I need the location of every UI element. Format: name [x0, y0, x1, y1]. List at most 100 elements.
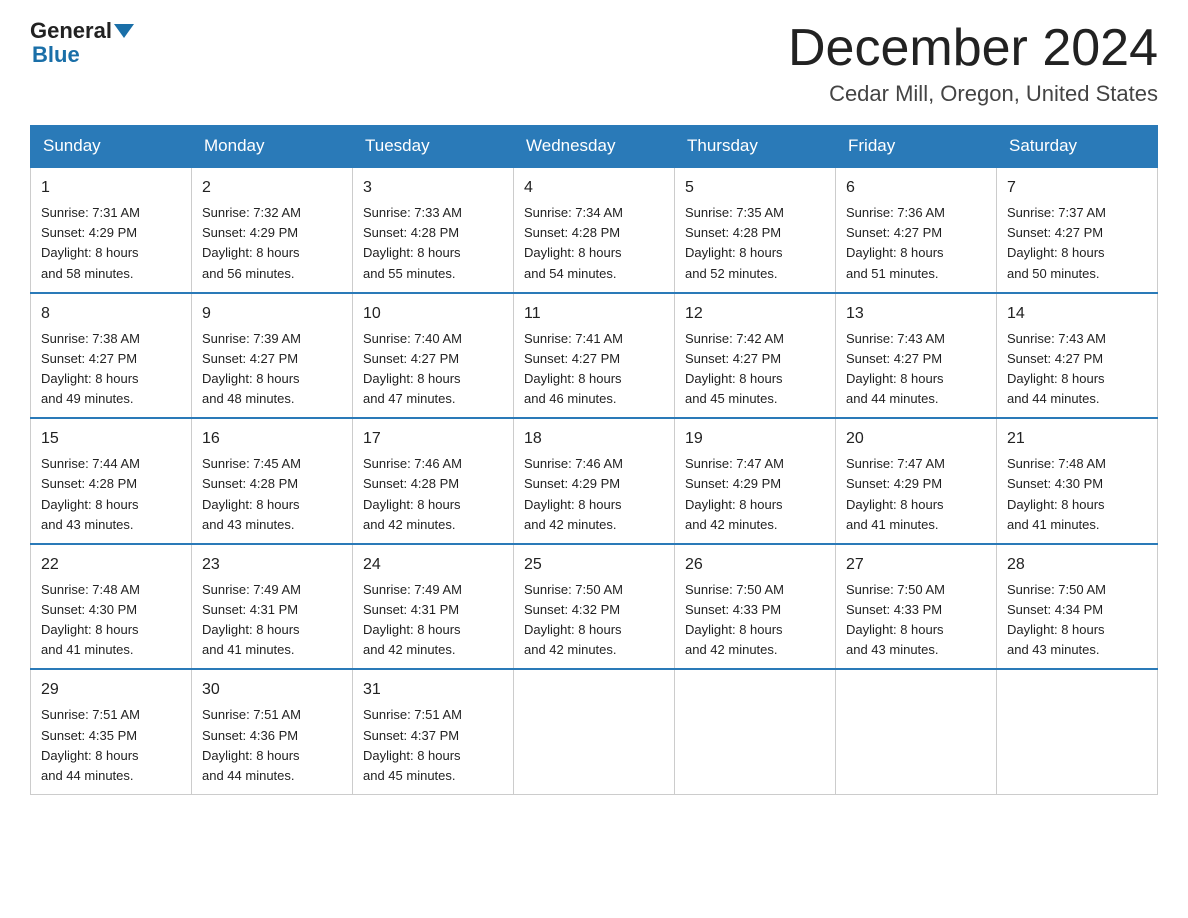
- day-info: Sunrise: 7:51 AMSunset: 4:37 PMDaylight:…: [363, 705, 503, 786]
- day-number: 4: [524, 176, 664, 200]
- day-number: 6: [846, 176, 986, 200]
- day-number: 12: [685, 302, 825, 326]
- calendar-cell: 28 Sunrise: 7:50 AMSunset: 4:34 PMDayligh…: [997, 544, 1158, 670]
- day-number: 11: [524, 302, 664, 326]
- calendar-cell: 2 Sunrise: 7:32 AMSunset: 4:29 PMDaylight…: [192, 167, 353, 293]
- day-info: Sunrise: 7:43 AMSunset: 4:27 PMDaylight:…: [846, 329, 986, 410]
- day-info: Sunrise: 7:46 AMSunset: 4:29 PMDaylight:…: [524, 454, 664, 535]
- location-text: Cedar Mill, Oregon, United States: [788, 81, 1158, 107]
- day-info: Sunrise: 7:49 AMSunset: 4:31 PMDaylight:…: [202, 580, 342, 661]
- calendar-cell: 11 Sunrise: 7:41 AMSunset: 4:27 PMDayligh…: [514, 293, 675, 419]
- day-info: Sunrise: 7:40 AMSunset: 4:27 PMDaylight:…: [363, 329, 503, 410]
- day-number: 26: [685, 553, 825, 577]
- day-number: 16: [202, 427, 342, 451]
- calendar-cell: 29Sunrise: 7:51 AMSunset: 4:35 PMDayligh…: [31, 669, 192, 794]
- week-row-4: 22Sunrise: 7:48 AMSunset: 4:30 PMDayligh…: [31, 544, 1158, 670]
- calendar-cell: 20Sunrise: 7:47 AMSunset: 4:29 PMDayligh…: [836, 418, 997, 544]
- calendar-table: SundayMondayTuesdayWednesdayThursdayFrid…: [30, 125, 1158, 795]
- day-number: 7: [1007, 176, 1147, 200]
- day-info: Sunrise: 7:48 AMSunset: 4:30 PMDaylight:…: [41, 580, 181, 661]
- day-info: Sunrise: 7:43 AMSunset: 4:27 PMDaylight:…: [1007, 329, 1147, 410]
- title-area: December 2024 Cedar Mill, Oregon, United…: [788, 20, 1158, 107]
- calendar-cell: 5Sunrise: 7:35 AMSunset: 4:28 PMDaylight…: [675, 167, 836, 293]
- calendar-cell: [836, 669, 997, 794]
- day-info: Sunrise: 7:38 AMSunset: 4:27 PMDaylight:…: [41, 329, 181, 410]
- calendar-cell: 23Sunrise: 7:49 AMSunset: 4:31 PMDayligh…: [192, 544, 353, 670]
- calendar-cell: 12 Sunrise: 7:42 AMSunset: 4:27 PMDayligh…: [675, 293, 836, 419]
- calendar-cell: 14 Sunrise: 7:43 AMSunset: 4:27 PMDayligh…: [997, 293, 1158, 419]
- calendar-cell: 1Sunrise: 7:31 AMSunset: 4:29 PMDaylight…: [31, 167, 192, 293]
- header-wednesday: Wednesday: [514, 126, 675, 168]
- day-info: Sunrise: 7:42 AMSunset: 4:27 PMDaylight:…: [685, 329, 825, 410]
- day-number: 19: [685, 427, 825, 451]
- day-number: 18: [524, 427, 664, 451]
- day-info: Sunrise: 7:47 AMSunset: 4:29 PMDaylight:…: [685, 454, 825, 535]
- calendar-cell: 8 Sunrise: 7:38 AMSunset: 4:27 PMDaylight…: [31, 293, 192, 419]
- calendar-cell: 27 Sunrise: 7:50 AMSunset: 4:33 PMDayligh…: [836, 544, 997, 670]
- header-tuesday: Tuesday: [353, 126, 514, 168]
- day-info: Sunrise: 7:50 AMSunset: 4:33 PMDaylight:…: [685, 580, 825, 661]
- header-friday: Friday: [836, 126, 997, 168]
- logo-general-text: General: [30, 20, 112, 42]
- calendar-cell: 3 Sunrise: 7:33 AMSunset: 4:28 PMDaylight…: [353, 167, 514, 293]
- calendar-cell: 25Sunrise: 7:50 AMSunset: 4:32 PMDayligh…: [514, 544, 675, 670]
- month-title: December 2024: [788, 20, 1158, 77]
- day-number: 10: [363, 302, 503, 326]
- calendar-cell: 22Sunrise: 7:48 AMSunset: 4:30 PMDayligh…: [31, 544, 192, 670]
- day-number: 20: [846, 427, 986, 451]
- calendar-cell: 18 Sunrise: 7:46 AMSunset: 4:29 PMDayligh…: [514, 418, 675, 544]
- logo: General Blue: [30, 20, 136, 68]
- day-info: Sunrise: 7:41 AMSunset: 4:27 PMDaylight:…: [524, 329, 664, 410]
- day-number: 14: [1007, 302, 1147, 326]
- header-saturday: Saturday: [997, 126, 1158, 168]
- day-info: Sunrise: 7:50 AMSunset: 4:33 PMDaylight:…: [846, 580, 986, 661]
- day-info: Sunrise: 7:50 AMSunset: 4:34 PMDaylight:…: [1007, 580, 1147, 661]
- calendar-cell: 19 Sunrise: 7:47 AMSunset: 4:29 PMDayligh…: [675, 418, 836, 544]
- day-number: 8: [41, 302, 181, 326]
- day-info: Sunrise: 7:34 AMSunset: 4:28 PMDaylight:…: [524, 203, 664, 284]
- calendar-header-row: SundayMondayTuesdayWednesdayThursdayFrid…: [31, 126, 1158, 168]
- calendar-cell: 9Sunrise: 7:39 AMSunset: 4:27 PMDaylight…: [192, 293, 353, 419]
- calendar-cell: 6 Sunrise: 7:36 AMSunset: 4:27 PMDaylight…: [836, 167, 997, 293]
- day-info: Sunrise: 7:45 AMSunset: 4:28 PMDaylight:…: [202, 454, 342, 535]
- day-number: 27: [846, 553, 986, 577]
- day-number: 15: [41, 427, 181, 451]
- day-info: Sunrise: 7:51 AMSunset: 4:36 PMDaylight:…: [202, 705, 342, 786]
- header: General Blue December 2024 Cedar Mill, O…: [30, 20, 1158, 107]
- day-number: 21: [1007, 427, 1147, 451]
- day-info: Sunrise: 7:32 AMSunset: 4:29 PMDaylight:…: [202, 203, 342, 284]
- calendar-cell: 26 Sunrise: 7:50 AMSunset: 4:33 PMDayligh…: [675, 544, 836, 670]
- week-row-2: 8 Sunrise: 7:38 AMSunset: 4:27 PMDaylight…: [31, 293, 1158, 419]
- day-number: 2: [202, 176, 342, 200]
- week-row-3: 15 Sunrise: 7:44 AMSunset: 4:28 PMDayligh…: [31, 418, 1158, 544]
- calendar-cell: 21 Sunrise: 7:48 AMSunset: 4:30 PMDayligh…: [997, 418, 1158, 544]
- calendar-cell: 13Sunrise: 7:43 AMSunset: 4:27 PMDayligh…: [836, 293, 997, 419]
- day-info: Sunrise: 7:48 AMSunset: 4:30 PMDaylight:…: [1007, 454, 1147, 535]
- day-info: Sunrise: 7:37 AMSunset: 4:27 PMDaylight:…: [1007, 203, 1147, 284]
- week-row-1: 1Sunrise: 7:31 AMSunset: 4:29 PMDaylight…: [31, 167, 1158, 293]
- header-sunday: Sunday: [31, 126, 192, 168]
- logo-arrow-icon: [114, 24, 134, 38]
- day-info: Sunrise: 7:51 AMSunset: 4:35 PMDaylight:…: [41, 705, 181, 786]
- calendar-cell: [514, 669, 675, 794]
- calendar-cell: 7 Sunrise: 7:37 AMSunset: 4:27 PMDaylight…: [997, 167, 1158, 293]
- calendar-cell: 17Sunrise: 7:46 AMSunset: 4:28 PMDayligh…: [353, 418, 514, 544]
- header-thursday: Thursday: [675, 126, 836, 168]
- day-number: 28: [1007, 553, 1147, 577]
- calendar-cell: 30Sunrise: 7:51 AMSunset: 4:36 PMDayligh…: [192, 669, 353, 794]
- calendar-cell: [675, 669, 836, 794]
- day-info: Sunrise: 7:36 AMSunset: 4:27 PMDaylight:…: [846, 203, 986, 284]
- calendar-cell: 31Sunrise: 7:51 AMSunset: 4:37 PMDayligh…: [353, 669, 514, 794]
- day-number: 5: [685, 176, 825, 200]
- day-number: 17: [363, 427, 503, 451]
- calendar-cell: 4 Sunrise: 7:34 AMSunset: 4:28 PMDaylight…: [514, 167, 675, 293]
- day-number: 3: [363, 176, 503, 200]
- logo-blue-text: Blue: [32, 42, 80, 67]
- header-monday: Monday: [192, 126, 353, 168]
- day-info: Sunrise: 7:33 AMSunset: 4:28 PMDaylight:…: [363, 203, 503, 284]
- week-row-5: 29Sunrise: 7:51 AMSunset: 4:35 PMDayligh…: [31, 669, 1158, 794]
- day-info: Sunrise: 7:44 AMSunset: 4:28 PMDaylight:…: [41, 454, 181, 535]
- calendar-cell: 24Sunrise: 7:49 AMSunset: 4:31 PMDayligh…: [353, 544, 514, 670]
- day-info: Sunrise: 7:39 AMSunset: 4:27 PMDaylight:…: [202, 329, 342, 410]
- page-container: General Blue December 2024 Cedar Mill, O…: [30, 20, 1158, 795]
